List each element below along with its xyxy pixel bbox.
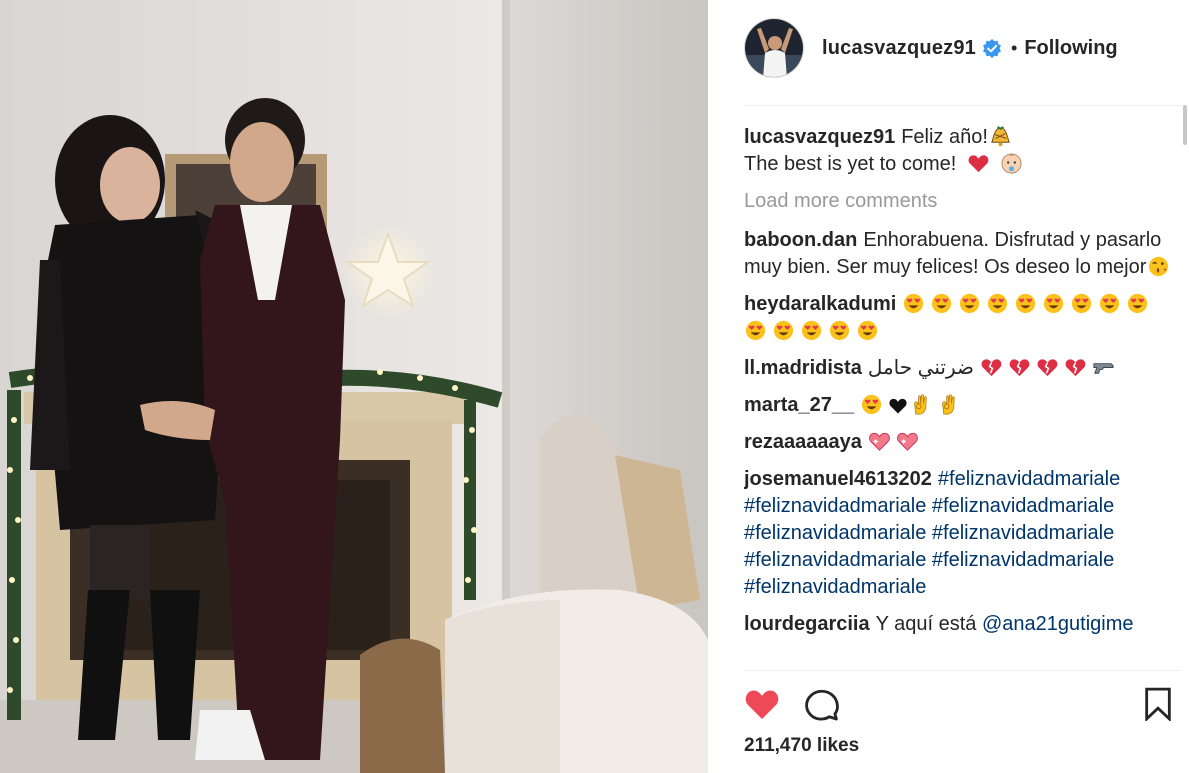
mention-link[interactable]: @ana21gutigime	[982, 613, 1134, 635]
heart-eyes-face-icon	[862, 394, 882, 415]
heart-eyes-face-icon	[932, 293, 952, 314]
comments-list[interactable]: lucasvazquez91 Feliz año! The best is yet…	[744, 124, 1182, 668]
comment-item: lourdegarciia Y aquí está @ana21gutigime	[744, 611, 1182, 638]
heart-eyes-face-icon	[1128, 293, 1148, 314]
header-username[interactable]: lucasvazquez91	[822, 37, 976, 60]
comment-username[interactable]: ll.madridista	[744, 357, 862, 379]
champagne-bell-icon	[991, 126, 1010, 147]
comment-username[interactable]: heydaralkadumi	[744, 293, 896, 315]
comment-username[interactable]: marta_27__	[744, 394, 854, 416]
broken-heart-icon	[1037, 359, 1058, 377]
baby-face-icon	[1001, 153, 1023, 174]
post-actions	[744, 684, 1182, 724]
heart-filled-icon	[745, 690, 779, 719]
following-button[interactable]: Following	[1024, 37, 1117, 60]
heart-eyes-face-icon	[1044, 293, 1064, 314]
comment-item: ll.madridista ضرتني حامل	[744, 355, 1182, 382]
heart-eyes-face-icon	[745, 320, 766, 341]
caption-line-2: The best is yet to come!	[744, 153, 957, 175]
hashtag-link[interactable]: #feliznavidadmariale	[932, 495, 1114, 517]
header-separator: •	[1011, 37, 1018, 58]
hashtag-link[interactable]: #feliznavidadmariale	[932, 549, 1114, 571]
comment-username[interactable]: rezaaaaaaya	[744, 431, 862, 453]
comment-button[interactable]	[802, 684, 842, 724]
broken-heart-icon	[1065, 359, 1086, 377]
heart-eyes-face-icon	[773, 320, 794, 341]
verified-badge-icon	[982, 38, 1002, 58]
caption-username[interactable]: lucasvazquez91	[744, 126, 895, 148]
post-header: lucasvazquez91 • Following	[744, 17, 1118, 79]
post-photo[interactable]	[0, 0, 708, 773]
caption-line-1: Feliz año!	[901, 126, 988, 148]
avatar-image	[745, 19, 803, 77]
comment-item: rezaaaaaaya	[744, 429, 1182, 456]
bookmark-icon	[1145, 687, 1171, 721]
heart-eyes-face-icon	[1016, 293, 1036, 314]
ok-hand-icon	[914, 394, 927, 415]
likes-count[interactable]: 211,470 likes	[744, 735, 859, 757]
hashtag-link[interactable]: #feliznavidadmariale	[744, 549, 926, 571]
comment-username[interactable]: josemanuel4613202	[744, 468, 932, 490]
like-button[interactable]	[742, 684, 782, 724]
comment-text: ضرتني حامل	[867, 357, 974, 379]
hashtag-link[interactable]: #feliznavidadmariale	[938, 468, 1120, 490]
heart-eyes-face-icon	[857, 320, 878, 341]
hashtag-link[interactable]: #feliznavidadmariale	[744, 576, 926, 598]
header-divider	[744, 105, 1182, 106]
comment-text: Y aquí está	[875, 613, 977, 635]
post-image	[0, 0, 708, 773]
hashtag-link[interactable]: #feliznavidadmariale	[744, 522, 926, 544]
pistol-icon	[1093, 363, 1114, 374]
sparkling-heart-icon	[897, 432, 918, 451]
save-button[interactable]	[1138, 684, 1178, 724]
load-more-comments[interactable]: Load more comments	[744, 188, 1182, 215]
heart-eyes-face-icon	[904, 293, 924, 314]
comment-bubble-icon	[805, 689, 839, 721]
hashtag-link[interactable]: #feliznavidadmariale	[744, 495, 926, 517]
heart-eyes-face-icon	[1072, 293, 1092, 314]
comment-item: josemanuel4613202 #feliznavidadmariale #f…	[744, 466, 1182, 601]
heart-eyes-face-icon	[988, 293, 1008, 314]
broken-heart-icon	[1009, 359, 1030, 377]
post-sidebar: lucasvazquez91 • Following lucasvazquez9…	[708, 0, 1189, 773]
comment-item: heydaralkadumi	[744, 291, 1182, 345]
heart-eyes-face-icon	[801, 320, 822, 341]
heart-eyes-face-icon	[829, 320, 850, 341]
comment-username[interactable]: baboon.dan	[744, 229, 857, 251]
kissing-wink-face-icon	[1149, 256, 1169, 277]
avatar[interactable]	[744, 18, 804, 78]
sparkling-heart-icon	[869, 432, 890, 451]
comment-item: baboon.dan Enhorabuena. Disfrutad y pasar…	[744, 227, 1182, 281]
heart-eyes-face-icon	[1100, 293, 1120, 314]
hashtag-link[interactable]: #feliznavidadmariale	[932, 522, 1114, 544]
comments-scrollbar[interactable]	[1183, 105, 1187, 145]
broken-heart-icon	[981, 359, 1002, 377]
heart-eyes-face-icon	[960, 293, 980, 314]
ok-hand-icon	[942, 394, 955, 415]
actions-divider	[744, 670, 1182, 671]
comment-username[interactable]: lourdegarciia	[744, 613, 870, 635]
red-heart-icon	[968, 155, 989, 173]
comment-item: marta_27__	[744, 392, 1182, 419]
post-caption: lucasvazquez91 Feliz año! The best is yet…	[744, 124, 1182, 178]
black-heart-icon	[889, 398, 907, 414]
